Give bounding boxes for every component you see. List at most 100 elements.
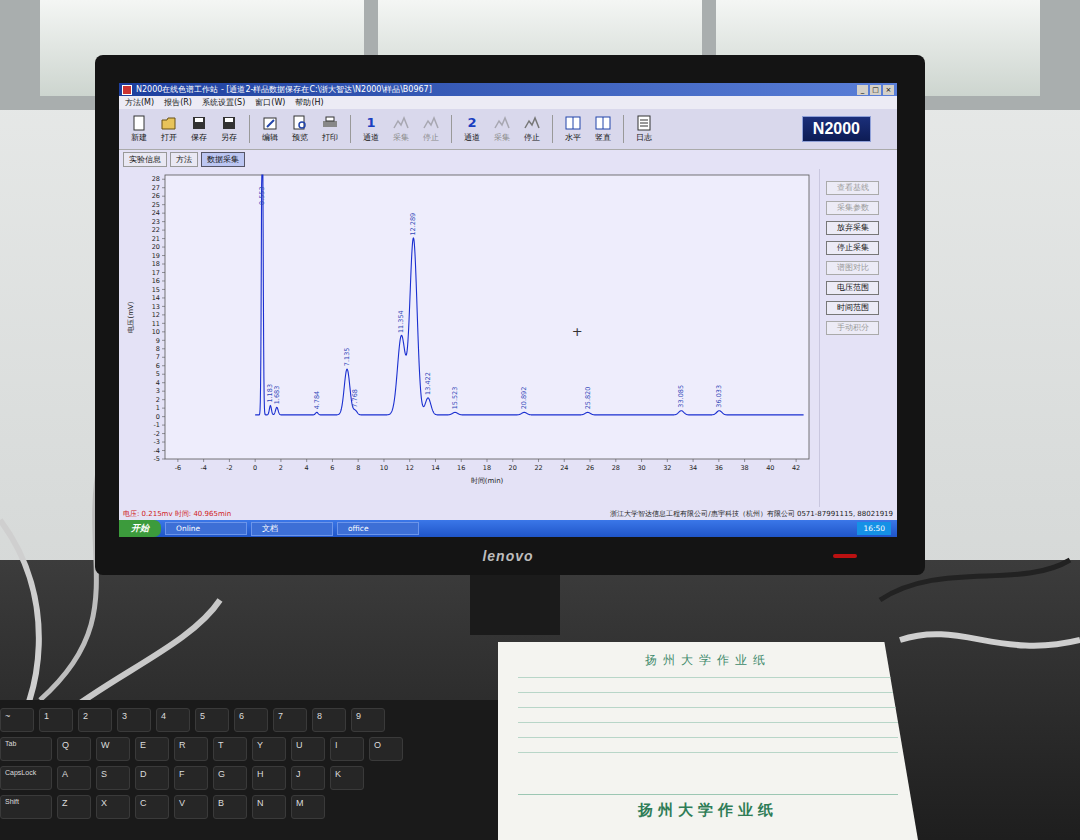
peak-label: 0.553 [258, 186, 266, 205]
chromatogram-chart[interactable]: 2827262524232221201918171615141312111098… [119, 169, 819, 487]
key[interactable]: B [213, 795, 247, 819]
toolbar-button[interactable]: 打开 [155, 115, 183, 143]
key[interactable]: ~ [0, 708, 34, 732]
key[interactable]: H [252, 766, 286, 790]
key[interactable]: Tab [0, 737, 52, 761]
x-tick-label: 10 [380, 464, 388, 472]
key[interactable]: 2 [78, 708, 112, 732]
key[interactable]: R [174, 737, 208, 761]
y-tick-label: 21 [152, 235, 160, 243]
key[interactable]: 6 [234, 708, 268, 732]
key[interactable]: M [291, 795, 325, 819]
taskbar-item[interactable]: office [337, 522, 419, 535]
taskbar: 开始 Online 文档 office 16:50 [119, 520, 897, 537]
toolbar-button[interactable]: 预览 [286, 115, 314, 143]
side-button[interactable]: 手动积分 [826, 321, 879, 335]
tab[interactable]: 实验信息 [123, 152, 167, 167]
key[interactable]: C [135, 795, 169, 819]
paper-lines [518, 677, 898, 786]
toolbar-button[interactable]: 采集 [387, 115, 415, 143]
key[interactable]: 4 [156, 708, 190, 732]
menu-item[interactable]: 帮助(H) [295, 97, 323, 108]
toolbar-label: 预览 [292, 132, 308, 143]
toolbar-button[interactable]: 1通道 [357, 115, 385, 143]
side-button[interactable]: 电压范围 [826, 281, 879, 295]
key[interactable]: N [252, 795, 286, 819]
clock: 16:50 [857, 522, 891, 535]
toolbar-label: 编辑 [262, 132, 278, 143]
side-button[interactable]: 查看基线 [826, 181, 879, 195]
save-icon [221, 115, 237, 131]
key[interactable]: F [174, 766, 208, 790]
y-tick-label: 16 [152, 277, 160, 285]
side-button[interactable]: 停止采集 [826, 241, 879, 255]
key[interactable]: A [57, 766, 91, 790]
key[interactable]: 1 [39, 708, 73, 732]
toolbar-button[interactable]: 日志 [630, 115, 658, 143]
start-button[interactable]: 开始 [119, 520, 161, 537]
menu-item[interactable]: 方法(M) [125, 97, 154, 108]
key[interactable]: Z [57, 795, 91, 819]
key[interactable]: 9 [351, 708, 385, 732]
toolbar-button[interactable]: 2通道 [458, 115, 486, 143]
tile-icon [595, 115, 611, 131]
menu-item[interactable]: 系统设置(S) [202, 97, 245, 108]
channel-number: 2 [467, 115, 476, 131]
key[interactable]: CapsLock [0, 766, 52, 790]
toolbar-button[interactable]: 保存 [185, 115, 213, 143]
key[interactable]: Q [57, 737, 91, 761]
y-tick-label: 23 [152, 218, 160, 226]
x-tick-label: 16 [457, 464, 465, 472]
toolbar-button[interactable]: 水平 [559, 115, 587, 143]
toolbar-button[interactable]: 编辑 [256, 115, 284, 143]
key[interactable]: O [369, 737, 403, 761]
key[interactable]: W [96, 737, 130, 761]
toolbar-label: 停止 [524, 132, 540, 143]
key[interactable]: E [135, 737, 169, 761]
key[interactable]: V [174, 795, 208, 819]
side-button[interactable]: 放弃采集 [826, 221, 879, 235]
key[interactable]: 3 [117, 708, 151, 732]
side-button[interactable]: 采集参数 [826, 201, 879, 215]
toolbar-button[interactable]: 停止 [518, 115, 546, 143]
toolbar-button[interactable]: 打印 [316, 115, 344, 143]
toolbar-button[interactable]: 竖直 [589, 115, 617, 143]
toolbar-button[interactable]: 另存 [215, 115, 243, 143]
tab[interactable]: 数据采集 [201, 152, 245, 167]
key[interactable]: K [330, 766, 364, 790]
key[interactable]: S [96, 766, 130, 790]
key[interactable]: X [96, 795, 130, 819]
side-button[interactable]: 谱图对比 [826, 261, 879, 275]
window-control-button[interactable]: _ [857, 85, 868, 95]
key[interactable]: D [135, 766, 169, 790]
key[interactable]: U [291, 737, 325, 761]
toolbar-button[interactable]: 新建 [125, 115, 153, 143]
menu-item[interactable]: 窗口(W) [255, 97, 285, 108]
key[interactable]: T [213, 737, 247, 761]
x-tick-label: 22 [534, 464, 542, 472]
side-button[interactable]: 时间范围 [826, 301, 879, 315]
key[interactable]: Y [252, 737, 286, 761]
key[interactable]: J [291, 766, 325, 790]
peak-label: 11.354 [397, 310, 405, 333]
key[interactable]: 7 [273, 708, 307, 732]
window-control-button[interactable]: □ [870, 85, 881, 95]
y-tick-label: 24 [152, 209, 160, 217]
key[interactable]: 8 [312, 708, 346, 732]
toolbar-label: 另存 [221, 132, 237, 143]
toolbar-button[interactable]: 采集 [488, 115, 516, 143]
key[interactable]: G [213, 766, 247, 790]
key[interactable]: I [330, 737, 364, 761]
power-button[interactable] [833, 554, 857, 558]
key[interactable]: 5 [195, 708, 229, 732]
window-control-button[interactable]: × [883, 85, 894, 95]
toolbar-separator [249, 115, 250, 143]
x-tick-label: 24 [560, 464, 568, 472]
key[interactable]: Shift [0, 795, 52, 819]
toolbar-separator [350, 115, 351, 143]
toolbar-button[interactable]: 停止 [417, 115, 445, 143]
tab[interactable]: 方法 [170, 152, 198, 167]
taskbar-item[interactable]: Online [165, 522, 247, 535]
menu-item[interactable]: 报告(R) [164, 97, 192, 108]
taskbar-item[interactable]: 文档 [251, 522, 333, 536]
